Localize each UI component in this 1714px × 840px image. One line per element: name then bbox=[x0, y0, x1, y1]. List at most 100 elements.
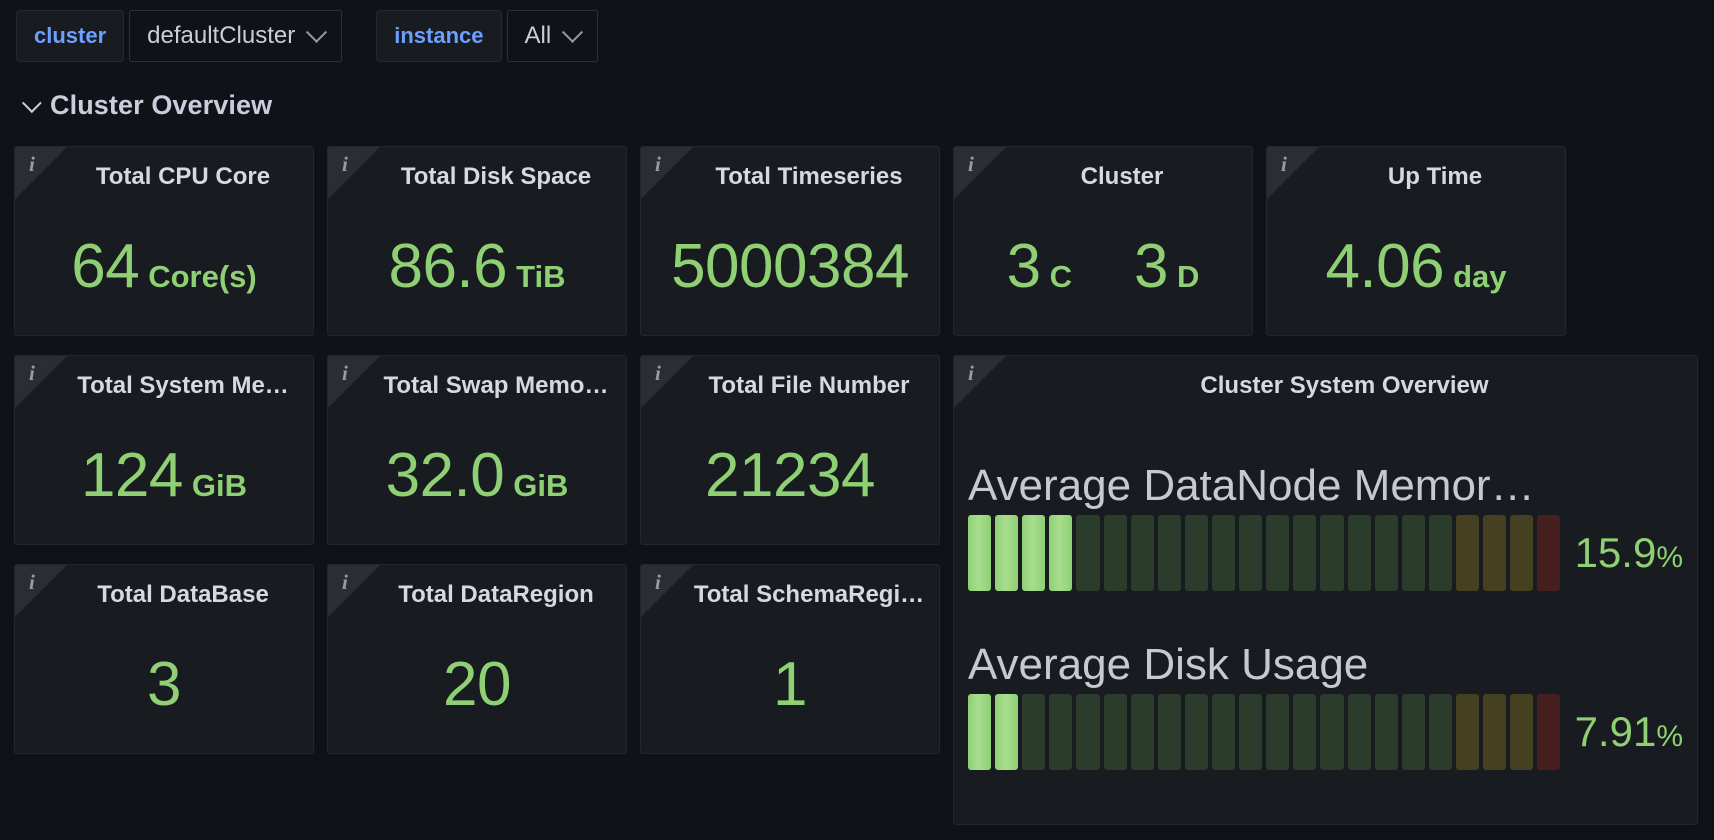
bargauge-row: 15.9% bbox=[968, 515, 1683, 591]
stat-body: 21234 bbox=[641, 408, 939, 544]
panel-description-corner bbox=[641, 147, 693, 199]
info-icon[interactable]: i bbox=[342, 154, 348, 175]
stat-panel-total-dataregion[interactable]: i Total DataRegion 20 bbox=[327, 564, 627, 754]
stat-body: 64 Core(s) bbox=[15, 199, 313, 335]
panel-description-corner bbox=[328, 356, 380, 408]
stat-value: 86.6 bbox=[388, 236, 507, 298]
variable-label-cluster[interactable]: cluster bbox=[16, 10, 124, 62]
stat-panel-total-timeseries[interactable]: i Total Timeseries 5000384 bbox=[640, 146, 940, 336]
info-icon[interactable]: i bbox=[655, 572, 661, 593]
info-icon[interactable]: i bbox=[655, 363, 661, 384]
bargauge-value: 7.91% bbox=[1575, 708, 1683, 756]
bargauge-value-suffix: % bbox=[1656, 720, 1683, 753]
stat-panel-cluster[interactable]: i Cluster 3 C 3 D bbox=[953, 146, 1253, 336]
stat-unit: GiB bbox=[192, 470, 247, 501]
stat-panel-total-system-memory[interactable]: i Total System Me… 124 GiB bbox=[14, 355, 314, 545]
panel-description-corner bbox=[328, 147, 380, 199]
dashboard-row-header[interactable]: Cluster Overview bbox=[22, 90, 272, 121]
stat-unit: D bbox=[1177, 261, 1199, 292]
stat-value: 1 bbox=[773, 654, 807, 716]
panel-description-corner bbox=[1267, 147, 1319, 199]
bargauge-segment bbox=[1375, 515, 1398, 591]
panel-description-corner bbox=[15, 356, 67, 408]
stat-panel-total-cpu-core[interactable]: i Total CPU Core 64 Core(s) bbox=[14, 146, 314, 336]
stat-body: 3 C 3 D bbox=[954, 199, 1252, 335]
bargauge-segment bbox=[995, 515, 1018, 591]
panel-description-corner bbox=[15, 147, 67, 199]
grafana-dashboard: cluster defaultCluster instance All Clus… bbox=[0, 0, 1714, 840]
bargauge-panel-cluster-system-overview[interactable]: i Cluster System Overview Average DataNo… bbox=[953, 355, 1698, 825]
bargauge-segment bbox=[1158, 515, 1181, 591]
bargauge-segment bbox=[1429, 515, 1452, 591]
stat-unit: GiB bbox=[513, 470, 568, 501]
stat-unit: day bbox=[1453, 261, 1506, 292]
stat-value-group: 64 Core(s) bbox=[71, 236, 256, 298]
info-icon[interactable]: i bbox=[968, 154, 974, 175]
panel-title: Total File Number bbox=[687, 372, 931, 400]
bargauge-segment bbox=[968, 515, 991, 591]
stat-panel-total-disk-space[interactable]: i Total Disk Space 86.6 TiB bbox=[327, 146, 627, 336]
info-icon[interactable]: i bbox=[342, 363, 348, 384]
panel-title: Total DataRegion bbox=[374, 581, 618, 609]
panel-title: Up Time bbox=[1313, 163, 1557, 191]
bargauge-segment bbox=[1239, 694, 1262, 770]
variable-group-instance: instance All bbox=[376, 10, 598, 62]
bargauge-segment bbox=[1266, 515, 1289, 591]
stat-panel-up-time[interactable]: i Up Time 4.06 day bbox=[1266, 146, 1566, 336]
variable-picker-cluster[interactable]: defaultCluster bbox=[129, 10, 342, 62]
stat-value: 21234 bbox=[705, 445, 875, 507]
bargauge-segment bbox=[995, 694, 1018, 770]
info-icon[interactable]: i bbox=[342, 572, 348, 593]
panel-description-corner bbox=[641, 356, 693, 408]
bargauge-segment bbox=[1510, 694, 1533, 770]
bargauge-segment bbox=[1375, 694, 1398, 770]
stat-panel-total-schemaregion[interactable]: i Total SchemaRegi… 1 bbox=[640, 564, 940, 754]
stat-value-group-confignode: 3 C bbox=[1007, 236, 1072, 298]
bargauge-segment bbox=[1483, 515, 1506, 591]
bargauge-body: Average DataNode Memor… 15.9% Average Di… bbox=[954, 408, 1697, 824]
stat-body: 20 bbox=[328, 617, 626, 753]
stat-value: 32.0 bbox=[386, 445, 505, 507]
info-icon[interactable]: i bbox=[1281, 154, 1287, 175]
panel-title: Total Timeseries bbox=[687, 163, 931, 191]
stat-panel-total-swap-memory[interactable]: i Total Swap Memo… 32.0 GiB bbox=[327, 355, 627, 545]
stat-body: 86.6 TiB bbox=[328, 199, 626, 335]
variable-value-cluster: defaultCluster bbox=[147, 22, 295, 50]
bargauge-segment bbox=[1185, 694, 1208, 770]
bargauge-value: 15.9% bbox=[1575, 529, 1683, 577]
panel-description-corner bbox=[954, 356, 1006, 408]
stat-body: 1 bbox=[641, 617, 939, 753]
stat-value-group: 5000384 bbox=[671, 236, 909, 298]
stat-panel-total-file-number[interactable]: i Total File Number 21234 bbox=[640, 355, 940, 545]
row-title: Cluster Overview bbox=[50, 90, 272, 121]
bargauge-segment bbox=[1131, 515, 1154, 591]
bargauge-segment bbox=[1239, 515, 1262, 591]
variable-value-instance: All bbox=[525, 22, 552, 50]
stat-panel-total-database[interactable]: i Total DataBase 3 bbox=[14, 564, 314, 754]
panel-title: Total DataBase bbox=[61, 581, 305, 609]
variable-picker-instance[interactable]: All bbox=[507, 10, 599, 62]
info-icon[interactable]: i bbox=[29, 154, 35, 175]
panel-description-corner bbox=[328, 565, 380, 617]
info-icon[interactable]: i bbox=[29, 572, 35, 593]
panel-title: Total CPU Core bbox=[61, 163, 305, 191]
bargauge-segment bbox=[1456, 515, 1479, 591]
panel-title: Total SchemaRegi… bbox=[687, 581, 931, 609]
bargauge-segment bbox=[1348, 694, 1371, 770]
variable-label-instance[interactable]: instance bbox=[376, 10, 501, 62]
bargauge-segment bbox=[1076, 694, 1099, 770]
bargauge-label: Average Disk Usage bbox=[968, 641, 1683, 689]
bargauge-segment bbox=[1402, 515, 1425, 591]
bargauge-segment bbox=[1158, 694, 1181, 770]
stat-value-group: 32.0 GiB bbox=[386, 445, 569, 507]
bargauge-segment bbox=[1212, 694, 1235, 770]
stat-unit: TiB bbox=[516, 261, 565, 292]
bargauge-item-datanode-memory: Average DataNode Memor… 15.9% bbox=[968, 462, 1683, 591]
info-icon[interactable]: i bbox=[968, 363, 974, 384]
info-icon[interactable]: i bbox=[29, 363, 35, 384]
info-icon[interactable]: i bbox=[655, 154, 661, 175]
panel-title: Cluster bbox=[1000, 163, 1244, 191]
stat-value-group: 1 bbox=[773, 654, 807, 716]
stat-value: 3 bbox=[1007, 236, 1041, 298]
bargauge-segment bbox=[1022, 694, 1045, 770]
